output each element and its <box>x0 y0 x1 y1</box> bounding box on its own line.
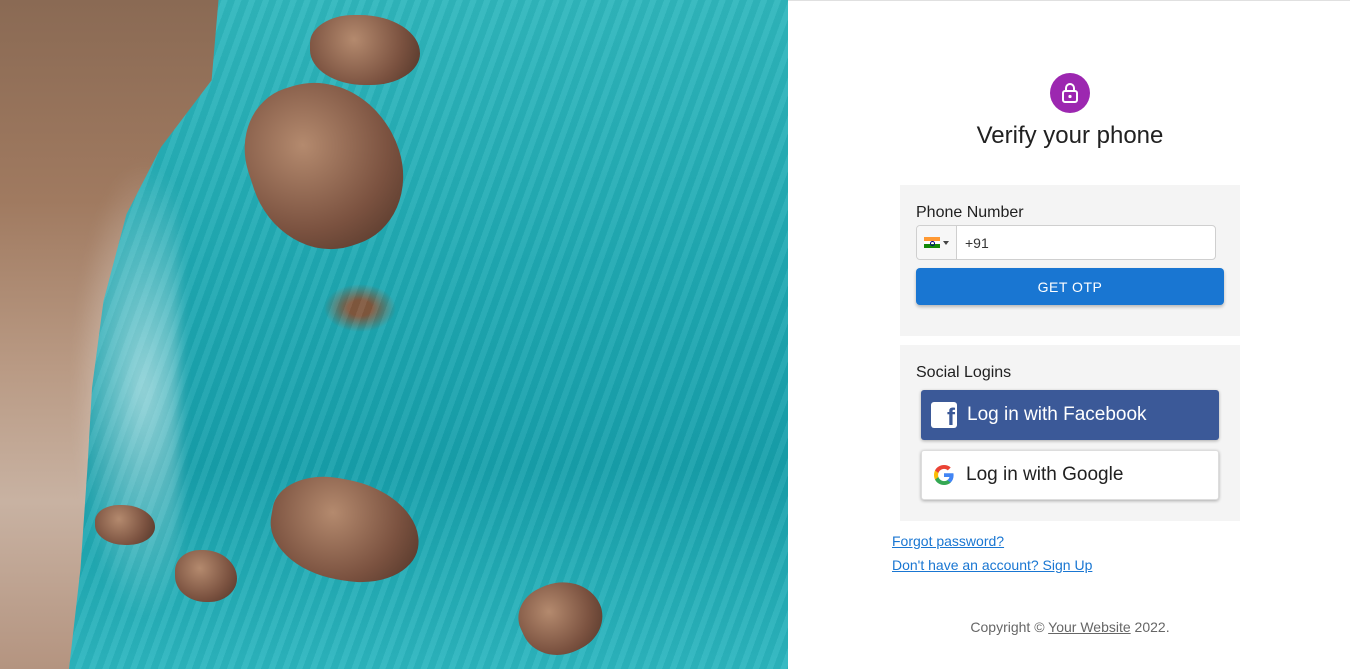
lock-icon <box>1062 83 1078 103</box>
hero-image <box>0 0 788 669</box>
rock <box>95 505 155 545</box>
social-card: Social Logins f Log in with Facebook Log… <box>900 345 1240 521</box>
phone-label: Phone Number <box>916 204 1024 221</box>
get-otp-button[interactable]: GET OTP <box>916 268 1224 305</box>
country-selector[interactable] <box>917 226 957 259</box>
website-link[interactable]: Your Website <box>1048 619 1131 635</box>
copyright-prefix: Copyright © <box>970 619 1045 635</box>
india-flag-icon <box>924 237 940 249</box>
phone-input[interactable] <box>957 226 1215 259</box>
google-icon <box>934 465 954 485</box>
page-title: Verify your phone <box>976 122 1164 149</box>
social-label: Social Logins <box>916 364 1012 381</box>
copyright-year: 2022. <box>1134 619 1170 635</box>
google-login-button[interactable]: Log in with Google <box>921 450 1219 500</box>
phone-field <box>916 225 1216 260</box>
facebook-icon: f <box>931 402 957 428</box>
wave-foam <box>60 120 180 660</box>
facebook-login-button[interactable]: f Log in with Facebook <box>921 390 1219 440</box>
google-login-label: Log in with Google <box>966 464 1124 485</box>
facebook-login-label: Log in with Facebook <box>967 404 1147 425</box>
copyright: Copyright © Your Website 2022. <box>900 619 1240 635</box>
chevron-down-icon <box>943 240 949 245</box>
phone-card: Phone Number GET OTP <box>900 185 1240 336</box>
lock-avatar <box>1050 73 1090 113</box>
forgot-password-link[interactable]: Forgot password? <box>892 533 1004 549</box>
signup-link[interactable]: Don't have an account? Sign Up <box>892 557 1092 573</box>
